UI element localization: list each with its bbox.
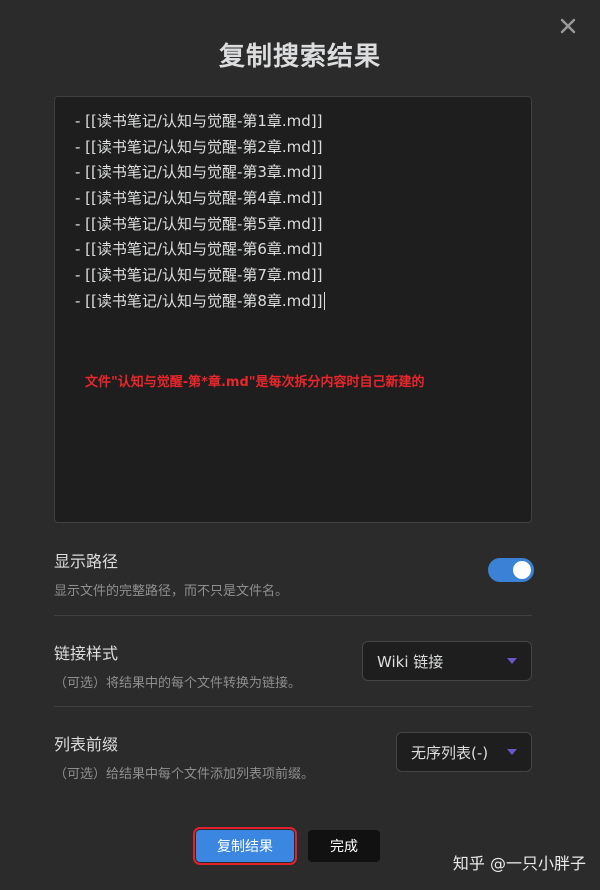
divider — [54, 615, 532, 616]
copy-search-results-modal: 复制搜索结果 - [[读书笔记/认知与觉醒-第1章.md]] - [[读书笔记/… — [0, 0, 600, 890]
result-line: - [[读书笔记/认知与觉醒-第7章.md]] — [75, 266, 323, 285]
chevron-down-icon — [507, 658, 517, 664]
list-prefix-select[interactable]: 无序列表(-) — [396, 732, 532, 772]
results-textarea[interactable]: - [[读书笔记/认知与觉醒-第1章.md]] - [[读书笔记/认知与觉醒-第… — [54, 96, 532, 523]
select-value: 无序列表(-) — [411, 743, 489, 762]
result-line: - [[读书笔记/认知与觉醒-第5章.md]] — [75, 214, 323, 233]
setting-show-path: 显示路径 显示文件的完整路径，而不只是文件名。 — [54, 548, 532, 599]
link-style-select[interactable]: Wiki 链接 — [362, 641, 532, 681]
divider — [54, 706, 532, 707]
result-line: - [[读书笔记/认知与觉醒-第6章.md]] — [75, 240, 323, 259]
show-path-toggle[interactable] — [488, 558, 534, 582]
result-line: - [[读书笔记/认知与觉醒-第2章.md]] — [75, 137, 323, 156]
copy-results-button[interactable]: 复制结果 — [193, 827, 297, 865]
close-icon[interactable] — [556, 14, 580, 38]
red-annotation: 文件"认知与觉醒-第*章.md"是每次拆分内容时自己新建的 — [85, 375, 425, 390]
text-cursor — [323, 292, 325, 311]
result-line: - [[读书笔记/认知与觉醒-第4章.md]] — [75, 189, 323, 208]
result-line-last: - [[读书笔记/认知与觉醒-第8章.md]] — [75, 289, 531, 315]
setting-name: 显示路径 — [54, 552, 119, 571]
watermark: 知乎 @一只小胖子 — [452, 854, 586, 873]
setting-description: 显示文件的完整路径，而不只是文件名。 — [54, 584, 289, 599]
modal-title: 复制搜索结果 — [218, 42, 381, 72]
toggle-knob — [513, 561, 531, 579]
result-line-text: - [[读书笔记/认知与觉醒-第8章.md]] — [75, 291, 323, 310]
select-value: Wiki 链接 — [377, 652, 444, 671]
done-button[interactable]: 完成 — [308, 830, 380, 862]
result-line: - [[读书笔记/认知与觉醒-第1章.md]] — [75, 112, 323, 130]
chevron-down-icon — [507, 749, 517, 755]
result-line: - [[读书笔记/认知与觉醒-第3章.md]] — [75, 163, 323, 182]
